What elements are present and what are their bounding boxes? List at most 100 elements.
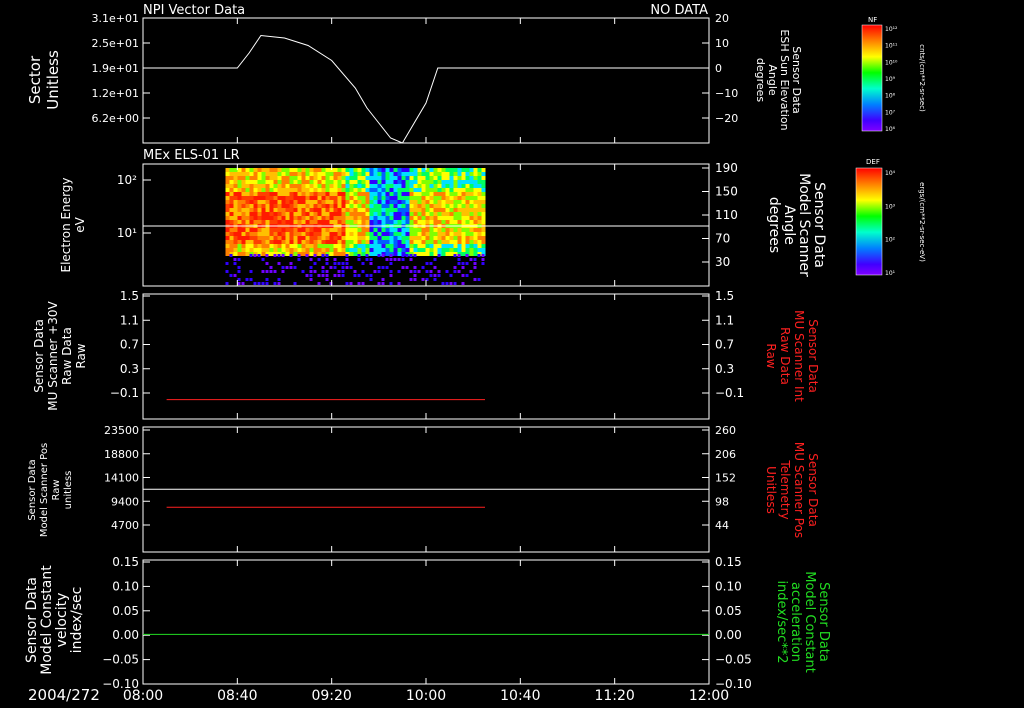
p2-spectrogram-cell (285, 228, 290, 232)
p2-spectrogram-cell (441, 192, 446, 196)
p2-spectrogram-cell (285, 168, 290, 172)
p2-spectrogram-cell (385, 252, 390, 256)
p2-spectrogram-cell (401, 180, 406, 184)
p2-spectrogram-cell (357, 254, 361, 257)
p2-spectrogram-cell (397, 172, 402, 176)
p2-spectrogram-cell (253, 168, 258, 172)
p2-spectrogram-cell (317, 188, 322, 192)
p2-spectrogram-cell (329, 244, 334, 248)
panel3-ylabel-right-line4: Raw (764, 343, 778, 368)
p2-spectrogram-cell (449, 212, 454, 216)
p2-spectrogram-cell (309, 236, 314, 240)
p2-spectrogram-cell (401, 244, 406, 248)
p2-spectrogram-cell (305, 180, 310, 184)
p2-spectrogram-cell (293, 176, 298, 180)
p2-spectrogram-cell (393, 258, 397, 261)
p2-spectrogram-cell (341, 228, 346, 232)
p2-spectrogram-cell (237, 282, 241, 285)
p2-spectrogram-cell (349, 184, 354, 188)
p2-spectrogram-cell (437, 274, 441, 277)
p2-spectrogram-cell (357, 196, 362, 200)
p2-spectrogram-cell (461, 200, 466, 204)
colorbar-tick-label: 10¹ (885, 270, 896, 277)
p2-spectrogram-cell (285, 196, 290, 200)
p2-spectrogram-cell (389, 220, 394, 224)
p2-spectrogram-cell (437, 232, 442, 236)
p2-spectrogram-cell (465, 184, 470, 188)
p2-spectrogram-cell (377, 232, 382, 236)
p1-left-tick-label: 2.5e+01 (92, 37, 139, 50)
p2-spectrogram-cell (309, 168, 314, 172)
p2-spectrogram-cell (349, 282, 353, 285)
p2-spectrogram-cell (373, 172, 378, 176)
p2-spectrogram-cell (225, 180, 230, 184)
p2-spectrogram-cell (433, 208, 438, 212)
p2-spectrogram-cell (305, 200, 310, 204)
p2-spectrogram-cell (269, 244, 274, 248)
p2-spectrogram-cell (353, 248, 358, 252)
colorbar-def-gradient (855, 167, 883, 276)
p2-spectrogram-cell (385, 266, 389, 269)
x-tick-label: 12:00 (689, 688, 729, 704)
p2-spectrogram-cell (397, 220, 402, 224)
p3-right-tick-label: −0.1 (715, 386, 744, 400)
p2-spectrogram-cell (421, 216, 426, 220)
p2-spectrogram-cell (249, 244, 254, 248)
p2-spectrogram-cell (257, 244, 262, 248)
p2-spectrogram-cell (365, 228, 370, 232)
p2-spectrogram-cell (309, 196, 314, 200)
p2-spectrogram-cell (305, 232, 310, 236)
p2-spectrogram-cell (309, 180, 314, 184)
p2-spectrogram-cell (293, 184, 298, 188)
p2-spectrogram-cell (225, 216, 230, 220)
p2-spectrogram-cell (369, 220, 374, 224)
p2-spectrogram-cell (397, 244, 402, 248)
p2-spectrogram-cell (329, 208, 334, 212)
p2-spectrogram-cell (325, 236, 330, 240)
p2-spectrogram-cell (317, 204, 322, 208)
panel5-ylabel-left-line3: velocity (54, 593, 70, 648)
p2-spectrogram-cell (377, 180, 382, 184)
p2-spectrogram-cell (445, 168, 450, 172)
p2-spectrogram-cell (365, 258, 369, 261)
p2-spectrogram-cell (301, 168, 306, 172)
p2-spectrogram-cell (265, 188, 270, 192)
p2-spectrogram-cell (469, 270, 473, 273)
p2-spectrogram-cell (269, 180, 274, 184)
p2-spectrogram-cell (257, 236, 262, 240)
p2-spectrogram-cell (433, 196, 438, 200)
p2-spectrogram-cell (293, 180, 298, 184)
p2-spectrogram-cell (353, 188, 358, 192)
p2-spectrogram-cell (313, 208, 318, 212)
p2-spectrogram-cell (333, 168, 338, 172)
p2-spectrogram-cell (317, 200, 322, 204)
p2-spectrogram-cell (313, 220, 318, 224)
p2-spectrogram-cell (413, 266, 417, 269)
p2-spectrogram-cell (389, 188, 394, 192)
colorbar-nf-unit: cnts/(cm**2-sr-sec) (918, 44, 926, 112)
p2-spectrogram-cell (377, 192, 382, 196)
p2-spectrogram-cell (281, 212, 286, 216)
p2-spectrogram-cell (297, 176, 302, 180)
p2-spectrogram-cell (373, 236, 378, 240)
p2-spectrogram-cell (413, 196, 418, 200)
p2-spectrogram-cell (381, 212, 386, 216)
p1-right-tick-label: 10 (715, 37, 729, 50)
p2-spectrogram-cell (449, 274, 453, 277)
p2-spectrogram-cell (309, 200, 314, 204)
p2-spectrogram-cell (313, 192, 318, 196)
p2-spectrogram-cell (261, 212, 266, 216)
p1-right-tick-label: −20 (715, 112, 738, 125)
colorbar-nf-ticks: 10¹²10¹¹10¹⁰10⁹10⁸10⁷10⁶ (885, 26, 898, 133)
p2-spectrogram-cell (317, 216, 322, 220)
p2-spectrogram-cell (257, 232, 262, 236)
p2-spectrogram-cell (257, 204, 262, 208)
p2-spectrogram-cell (433, 278, 437, 281)
p5-right-tick-label: 0.00 (715, 628, 742, 642)
p2-spectrogram-cell (453, 220, 458, 224)
p2-spectrogram-cell (341, 266, 345, 269)
p2-spectrogram-cell (317, 282, 321, 285)
p2-spectrogram-cell (241, 282, 245, 285)
p2-spectrogram-cell (341, 274, 345, 277)
p2-spectrogram-cell (473, 204, 478, 208)
